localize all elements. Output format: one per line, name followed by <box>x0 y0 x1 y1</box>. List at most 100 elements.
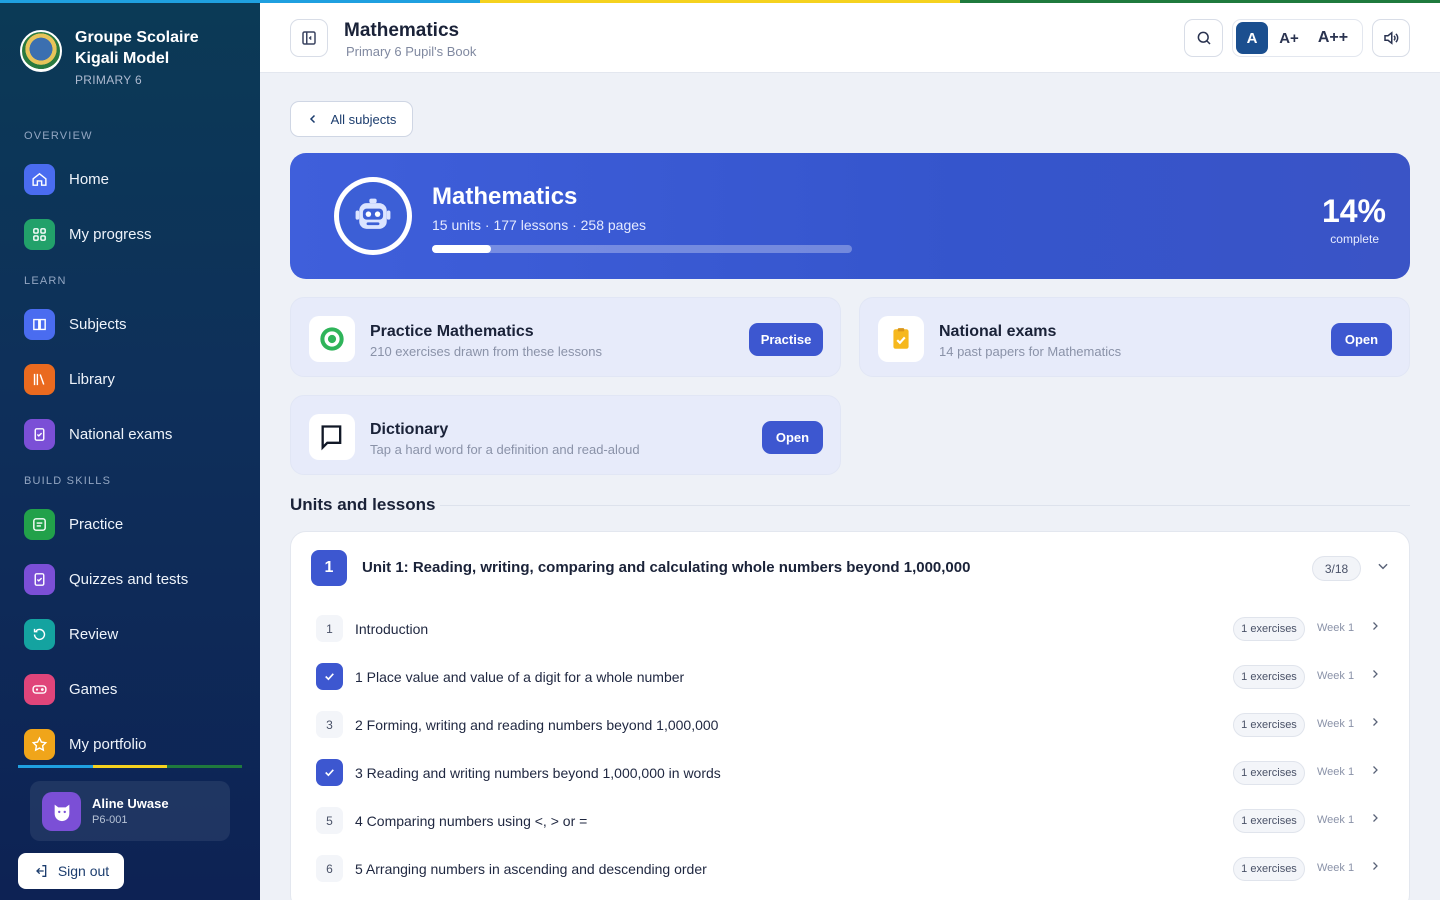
open-dictionary-button[interactable]: Open <box>762 421 823 454</box>
sidebar-item-label: Home <box>69 170 110 188</box>
font-size-xlarge-button[interactable]: A++ <box>1310 22 1356 54</box>
grid-icon <box>24 218 55 250</box>
gamepad-icon <box>24 673 55 705</box>
cat-avatar-icon <box>42 791 81 831</box>
unit-number-badge: 1 <box>311 550 347 586</box>
practise-button[interactable]: Practise <box>749 323 823 356</box>
dictionary-card: Dictionary Tap a hard word for a definit… <box>290 395 841 475</box>
lesson-name: 1 Place value and value of a digit for a… <box>355 669 685 685</box>
sidebar-toggle-button[interactable] <box>290 19 328 57</box>
chevron-down-icon <box>1378 563 1388 570</box>
lesson-week: Week 1 <box>1317 622 1355 634</box>
lesson-week: Week 1 <box>1317 718 1355 730</box>
sidebar-item-quizzes[interactable]: Quizzes and tests <box>24 561 244 597</box>
sidebar-item-label: Games <box>69 680 118 698</box>
user-name: Aline Uwase <box>92 796 169 811</box>
lesson-week: Week 1 <box>1317 766 1355 778</box>
chevron-right-icon <box>1369 811 1381 830</box>
sidebar-item-label: Subjects <box>69 315 127 333</box>
user-card[interactable]: Aline Uwase P6-001 <box>30 781 230 841</box>
exercise-count-badge: 1 exercises <box>1233 665 1305 689</box>
sidebar-item-label: Quizzes and tests <box>69 570 189 588</box>
sidebar-item-library[interactable]: Library <box>24 361 244 397</box>
sidebar-item-label: Review <box>69 625 119 643</box>
sidebar-item-subjects[interactable]: Subjects <box>24 306 244 342</box>
lesson-row[interactable]: 1 Place value and value of a digit for a… <box>311 661 1386 695</box>
subject-progress-bar <box>432 245 852 253</box>
all-subjects-label: All subjects <box>330 111 397 127</box>
hero-summary: 15 units · 177 lessons · 258 pages <box>432 217 647 233</box>
sidebar-item-label: My progress <box>69 225 152 243</box>
lesson-marker[interactable]: 3 <box>316 711 343 738</box>
dictionary-card-subtitle: Tap a hard word for a definition and rea… <box>370 442 640 457</box>
sidebar-item-label: Practice <box>69 515 124 533</box>
lesson-check-icon[interactable] <box>316 663 343 690</box>
exams-card-title: National exams <box>939 323 1057 340</box>
sidebar-divider <box>18 765 243 768</box>
search-icon <box>1197 31 1211 45</box>
read-aloud-button[interactable] <box>1372 19 1410 57</box>
sidebar-item-practice[interactable]: Practice <box>24 506 244 542</box>
lesson-check-icon[interactable] <box>316 759 343 786</box>
robot-icon <box>339 182 407 250</box>
unit-expand-toggle[interactable] <box>1376 559 1390 578</box>
practice-card-subtitle: 210 exercises drawn from these lessons <box>370 344 602 359</box>
page-subtitle: Primary 6 Pupil's Book <box>346 44 477 59</box>
sidebar-item-label: Library <box>69 370 115 388</box>
chevron-right-icon <box>1369 859 1381 878</box>
lesson-name: 2 Forming, writing and reading numbers b… <box>355 717 719 733</box>
practice-icon <box>24 508 55 540</box>
lesson-row[interactable]: 3 2 Forming, writing and reading numbers… <box>311 709 1386 743</box>
exercise-count-badge: 1 exercises <box>1233 857 1305 881</box>
lesson-marker[interactable]: 1 <box>316 615 343 642</box>
sidebar-item-progress[interactable]: My progress <box>24 216 244 252</box>
exam-paper-icon <box>878 316 924 362</box>
clipboard-icon <box>24 418 55 450</box>
chevron-right-icon <box>1369 619 1381 638</box>
lesson-row[interactable]: 1 Introduction 1 exercises Week 1 <box>311 613 1386 647</box>
flag-bar <box>0 0 1440 3</box>
sidebar-item-home[interactable]: Home <box>24 161 244 197</box>
unit-title[interactable]: Unit 1: Reading, writing, comparing and … <box>362 559 970 576</box>
lesson-row[interactable]: 3 Reading and writing numbers beyond 1,0… <box>311 757 1386 791</box>
all-subjects-button[interactable]: All subjects <box>290 101 413 137</box>
hero-percent-label: complete <box>1330 232 1379 246</box>
sidebar-item-games[interactable]: Games <box>24 671 244 707</box>
school-brand: Groupe Scolaire Kigali Model PRIMARY 6 <box>20 27 215 87</box>
open-exams-button[interactable]: Open <box>1331 323 1392 356</box>
user-id: P6-001 <box>92 814 128 826</box>
lesson-week: Week 1 <box>1317 670 1355 682</box>
lesson-name: 3 Reading and writing numbers beyond 1,0… <box>355 765 721 781</box>
dictionary-card-title: Dictionary <box>370 421 449 438</box>
lesson-name: 4 Comparing numbers using <, > or = <box>355 813 588 829</box>
font-size-normal-button[interactable]: A <box>1236 22 1268 54</box>
exercise-count-badge: 1 exercises <box>1233 761 1305 785</box>
practice-card: Practice Mathematics 210 exercises drawn… <box>290 297 841 377</box>
practice-card-title: Practice Mathematics <box>370 323 534 340</box>
sign-out-button[interactable]: Sign out <box>18 853 124 889</box>
section-build-skills: BUILD SKILLS <box>24 475 112 487</box>
search-button[interactable] <box>1184 19 1223 57</box>
national-exams-card: National exams 14 past papers for Mathem… <box>859 297 1410 377</box>
hero-percent: 14% <box>1321 193 1386 229</box>
sidebar-item-label: National exams <box>69 425 173 443</box>
lesson-row[interactable]: 5 4 Comparing numbers using <, > or = 1 … <box>311 805 1386 839</box>
subject-progress-fill <box>432 245 491 253</box>
lesson-marker[interactable]: 6 <box>316 855 343 882</box>
sidebar-item-review[interactable]: Review <box>24 616 244 652</box>
dictionary-book-icon <box>309 414 355 460</box>
font-size-group: A A+ A++ <box>1232 19 1363 57</box>
font-size-large-button[interactable]: A+ <box>1272 22 1306 54</box>
book-icon <box>24 308 55 340</box>
sidebar-item-label: My portfolio <box>69 735 147 753</box>
sign-out-label: Sign out <box>57 863 110 879</box>
sidebar-item-exams[interactable]: National exams <box>24 416 244 452</box>
section-overview: OVERVIEW <box>24 130 93 142</box>
lesson-row[interactable]: 6 5 Arranging numbers in ascending and d… <box>311 853 1386 887</box>
speaker-icon <box>1384 31 1399 45</box>
units-heading: Units and lessons <box>290 495 436 514</box>
sidebar-item-portfolio[interactable]: My portfolio <box>24 726 244 762</box>
lesson-week: Week 1 <box>1317 862 1355 874</box>
units-divider <box>440 505 1410 506</box>
lesson-marker[interactable]: 5 <box>316 807 343 834</box>
